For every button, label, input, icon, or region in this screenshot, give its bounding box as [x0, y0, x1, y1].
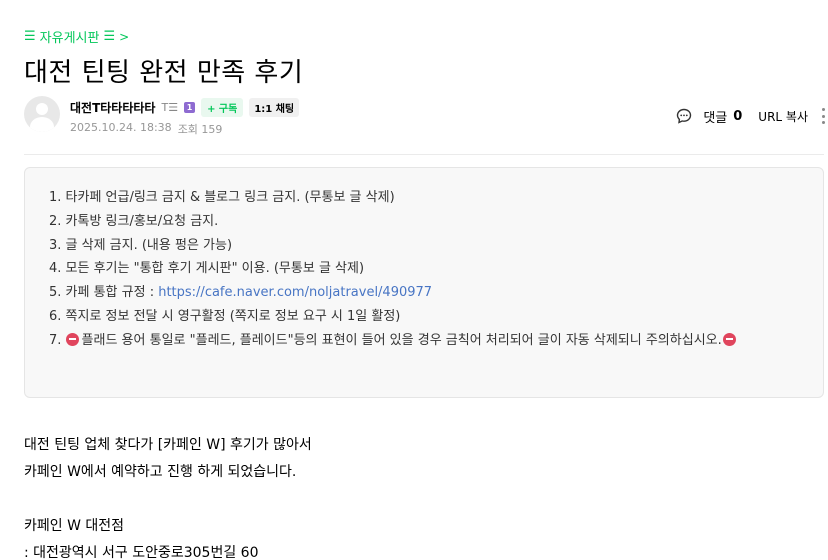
notice-item-text: 플래드 용어 통일로 "플레드, 플레이드"등의 표현이 들어 있을 경우 금칙… [81, 332, 722, 348]
author-info: 대전T타타타타타 T☰ 1 + 구독 1:1 채팅 [70, 97, 300, 117]
view-count: 조회 159 [177, 123, 223, 136]
level-badge: 1 [184, 101, 196, 113]
notice-item-prefix: 5. 카페 통합 규정 : [49, 285, 159, 301]
no-entry-icon [722, 332, 736, 346]
board-link[interactable]: ☰ 자유게시판 ☰ > [24, 27, 129, 46]
notice-item: 5. 카페 통합 규정 : https://cafe.naver.com/nol… [49, 281, 801, 305]
divider [24, 154, 824, 155]
body-paragraph: 카페인 W에서 예약하고 진행 하게 되었습니다. [24, 464, 297, 480]
post-date: 2025.10.24. 18:38 [70, 121, 172, 134]
notice-item-prefix: 7. [49, 332, 62, 348]
comment-label[interactable]: 댓글 [703, 107, 727, 126]
member-grade-icon: T☰ [161, 100, 179, 114]
comment-icon[interactable] [675, 107, 693, 125]
more-options-icon[interactable] [822, 106, 828, 126]
notice-item: 1. 타카페 언급/링크 금지 & 블로그 링크 금지. (무통보 글 삭제) [49, 190, 395, 205]
notice-item: 7. 플래드 용어 통일로 "플레드, 플레이드"등의 표현이 들어 있을 경우… [49, 329, 801, 353]
notice-box: 1. 타카페 언급/링크 금지 & 블로그 링크 금지. (무통보 글 삭제) … [24, 167, 824, 398]
post-meta: 2025.10.24. 18:38 조회 159 [70, 121, 222, 137]
board-name: 자유게시판 [39, 31, 100, 46]
menu-icon: ☰ [24, 29, 36, 44]
notice-item: 2. 카톡방 링크/홍보/요청 금지. [49, 213, 219, 229]
cafe-rules-link[interactable]: https://cafe.naver.com/noljatravel/49097… [158, 285, 432, 300]
comment-count: 0 [733, 108, 743, 124]
subscribe-button[interactable]: + 구독 [201, 97, 244, 117]
post-title: 대전 틴팅 완전 만족 후기 [24, 58, 304, 88]
notice-item: 6. 쪽지로 정보 전달 시 영구활정 (쪽지로 정보 요구 시 1일 활정) [49, 308, 401, 324]
notice-list: 1. 타카페 언급/링크 금지 & 블로그 링크 금지. (무통보 글 삭제) … [49, 186, 801, 353]
no-entry-icon [65, 332, 79, 346]
body-paragraph: : 대전광역시 서구 도안중로305번길 60 [24, 545, 259, 560]
chat-button[interactable]: 1:1 채팅 [249, 97, 300, 117]
menu-icon-secondary: ☰ [103, 29, 116, 44]
url-copy-button[interactable]: URL 복사 [758, 108, 808, 125]
avatar[interactable] [24, 96, 60, 132]
author-name[interactable]: 대전T타타타타타 [70, 99, 155, 116]
body-paragraph: 카페인 W 대전점 [24, 518, 125, 534]
post-tools: 댓글 0 URL 복사 [675, 106, 828, 126]
body-paragraph: 대전 틴팅 업체 찾다가 [카페인 W] 후기가 많아서 [24, 437, 312, 453]
notice-item: 4. 모든 후기는 "통합 후기 게시판" 이용. (무통보 글 삭제) [49, 261, 365, 277]
notice-item: 3. 글 삭제 금지. (내용 펑은 가능) [49, 237, 233, 253]
chevron-right-icon: > [119, 29, 130, 44]
